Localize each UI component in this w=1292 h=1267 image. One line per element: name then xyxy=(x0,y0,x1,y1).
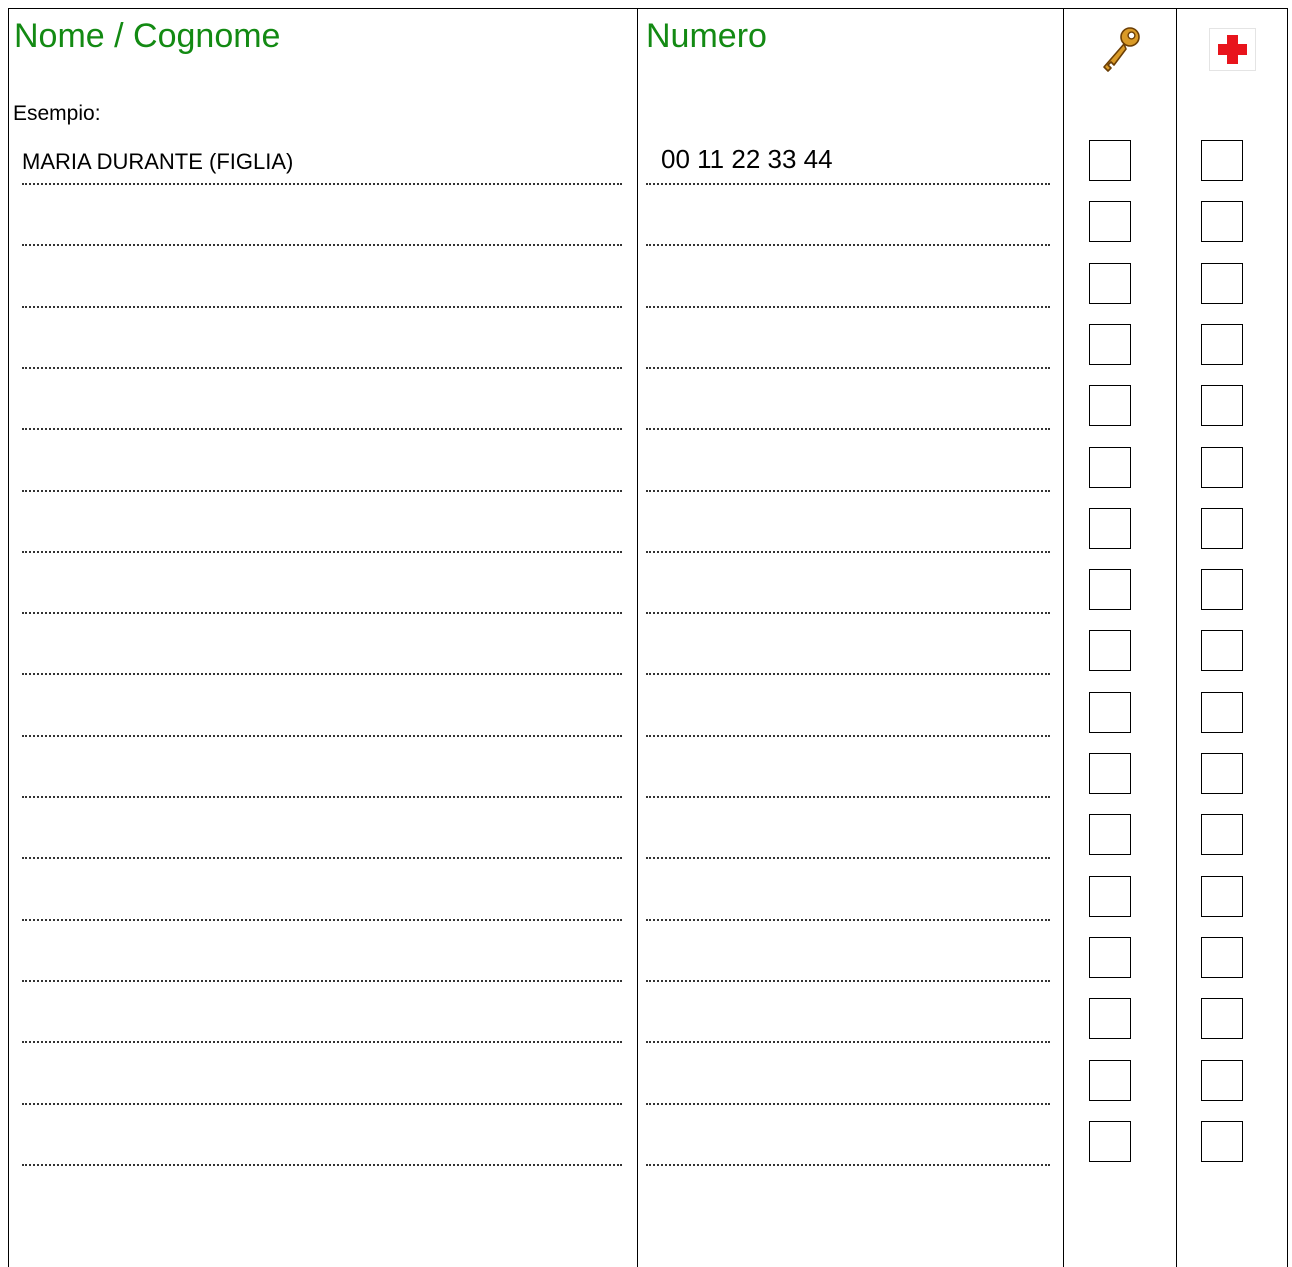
key-checkbox[interactable] xyxy=(1089,630,1131,671)
number-entry-line[interactable] xyxy=(646,796,1050,798)
key-checkbox[interactable] xyxy=(1089,998,1131,1039)
medical-checkbox[interactable] xyxy=(1201,876,1243,917)
medical-checkbox[interactable] xyxy=(1201,385,1243,426)
key-checkbox[interactable] xyxy=(1089,324,1131,365)
column-divider-name-number xyxy=(637,8,638,1267)
name-entry-line[interactable] xyxy=(22,306,622,308)
name-entry-line[interactable] xyxy=(22,1103,622,1105)
medical-checkbox[interactable] xyxy=(1201,753,1243,794)
top-border xyxy=(8,8,1288,9)
medical-checkbox[interactable] xyxy=(1201,630,1243,671)
medical-checkbox[interactable] xyxy=(1201,324,1243,365)
name-entry-line[interactable] xyxy=(22,183,622,185)
key-checkbox[interactable] xyxy=(1089,385,1131,426)
key-checkbox[interactable] xyxy=(1089,814,1131,855)
key-icon xyxy=(1103,27,1140,72)
right-border xyxy=(1287,8,1288,1267)
number-entry-line[interactable] xyxy=(646,1164,1050,1166)
name-entry-line[interactable] xyxy=(22,428,622,430)
number-entry-line[interactable] xyxy=(646,428,1050,430)
example-number-value: 00 11 22 33 44 xyxy=(661,144,833,174)
column-divider-key-medical xyxy=(1176,8,1177,1267)
medical-checkbox[interactable] xyxy=(1201,1060,1243,1101)
number-entry-line[interactable] xyxy=(646,980,1050,982)
example-name-value: MARIA DURANTE (FIGLIA) xyxy=(22,149,294,174)
key-checkbox[interactable] xyxy=(1089,447,1131,488)
number-entry-line[interactable] xyxy=(646,367,1050,369)
number-entry-line[interactable] xyxy=(646,551,1050,553)
number-column-title: Numero xyxy=(646,17,767,55)
number-entry-line[interactable] xyxy=(646,306,1050,308)
medical-checkbox[interactable] xyxy=(1201,263,1243,304)
name-entry-line[interactable] xyxy=(22,612,622,614)
number-entry-line[interactable] xyxy=(646,735,1050,737)
left-border xyxy=(8,8,9,1267)
medical-checkbox[interactable] xyxy=(1201,1121,1243,1162)
example-label: Esempio: xyxy=(13,102,101,125)
key-checkbox[interactable] xyxy=(1089,1121,1131,1162)
number-entry-line[interactable] xyxy=(646,244,1050,246)
medical-checkbox[interactable] xyxy=(1201,937,1243,978)
name-entry-line[interactable] xyxy=(22,919,622,921)
name-entry-line[interactable] xyxy=(22,796,622,798)
red-cross-icon xyxy=(1209,28,1256,71)
number-entry-line[interactable] xyxy=(646,919,1050,921)
number-entry-line[interactable] xyxy=(646,612,1050,614)
name-entry-line[interactable] xyxy=(22,490,622,492)
name-entry-line[interactable] xyxy=(22,857,622,859)
number-entry-line[interactable] xyxy=(646,490,1050,492)
key-checkbox[interactable] xyxy=(1089,140,1131,181)
medical-checkbox[interactable] xyxy=(1201,692,1243,733)
number-entry-line[interactable] xyxy=(646,1041,1050,1043)
key-checkbox[interactable] xyxy=(1089,937,1131,978)
medical-checkbox[interactable] xyxy=(1201,814,1243,855)
column-divider-number-key xyxy=(1063,8,1064,1267)
key-checkbox[interactable] xyxy=(1089,201,1131,242)
name-entry-line[interactable] xyxy=(22,367,622,369)
name-entry-line[interactable] xyxy=(22,244,622,246)
contact-sheet: Nome / Cognome Numero Esempio: MARIA DUR… xyxy=(0,0,1292,1267)
number-entry-line[interactable] xyxy=(646,1103,1050,1105)
name-column-title: Nome / Cognome xyxy=(14,17,281,55)
medical-checkbox[interactable] xyxy=(1201,508,1243,549)
medical-checkbox[interactable] xyxy=(1201,201,1243,242)
name-entry-line[interactable] xyxy=(22,1164,622,1166)
number-entry-line[interactable] xyxy=(646,673,1050,675)
key-checkbox[interactable] xyxy=(1089,508,1131,549)
medical-checkbox[interactable] xyxy=(1201,569,1243,610)
name-entry-line[interactable] xyxy=(22,673,622,675)
key-checkbox[interactable] xyxy=(1089,263,1131,304)
name-entry-line[interactable] xyxy=(22,1041,622,1043)
medical-checkbox[interactable] xyxy=(1201,447,1243,488)
number-entry-line[interactable] xyxy=(646,183,1050,185)
key-checkbox[interactable] xyxy=(1089,753,1131,794)
key-checkbox[interactable] xyxy=(1089,569,1131,610)
key-checkbox[interactable] xyxy=(1089,876,1131,917)
key-checkbox[interactable] xyxy=(1089,1060,1131,1101)
medical-checkbox[interactable] xyxy=(1201,998,1243,1039)
number-entry-line[interactable] xyxy=(646,857,1050,859)
key-checkbox[interactable] xyxy=(1089,692,1131,733)
name-entry-line[interactable] xyxy=(22,735,622,737)
name-entry-line[interactable] xyxy=(22,551,622,553)
name-entry-line[interactable] xyxy=(22,980,622,982)
medical-checkbox[interactable] xyxy=(1201,140,1243,181)
